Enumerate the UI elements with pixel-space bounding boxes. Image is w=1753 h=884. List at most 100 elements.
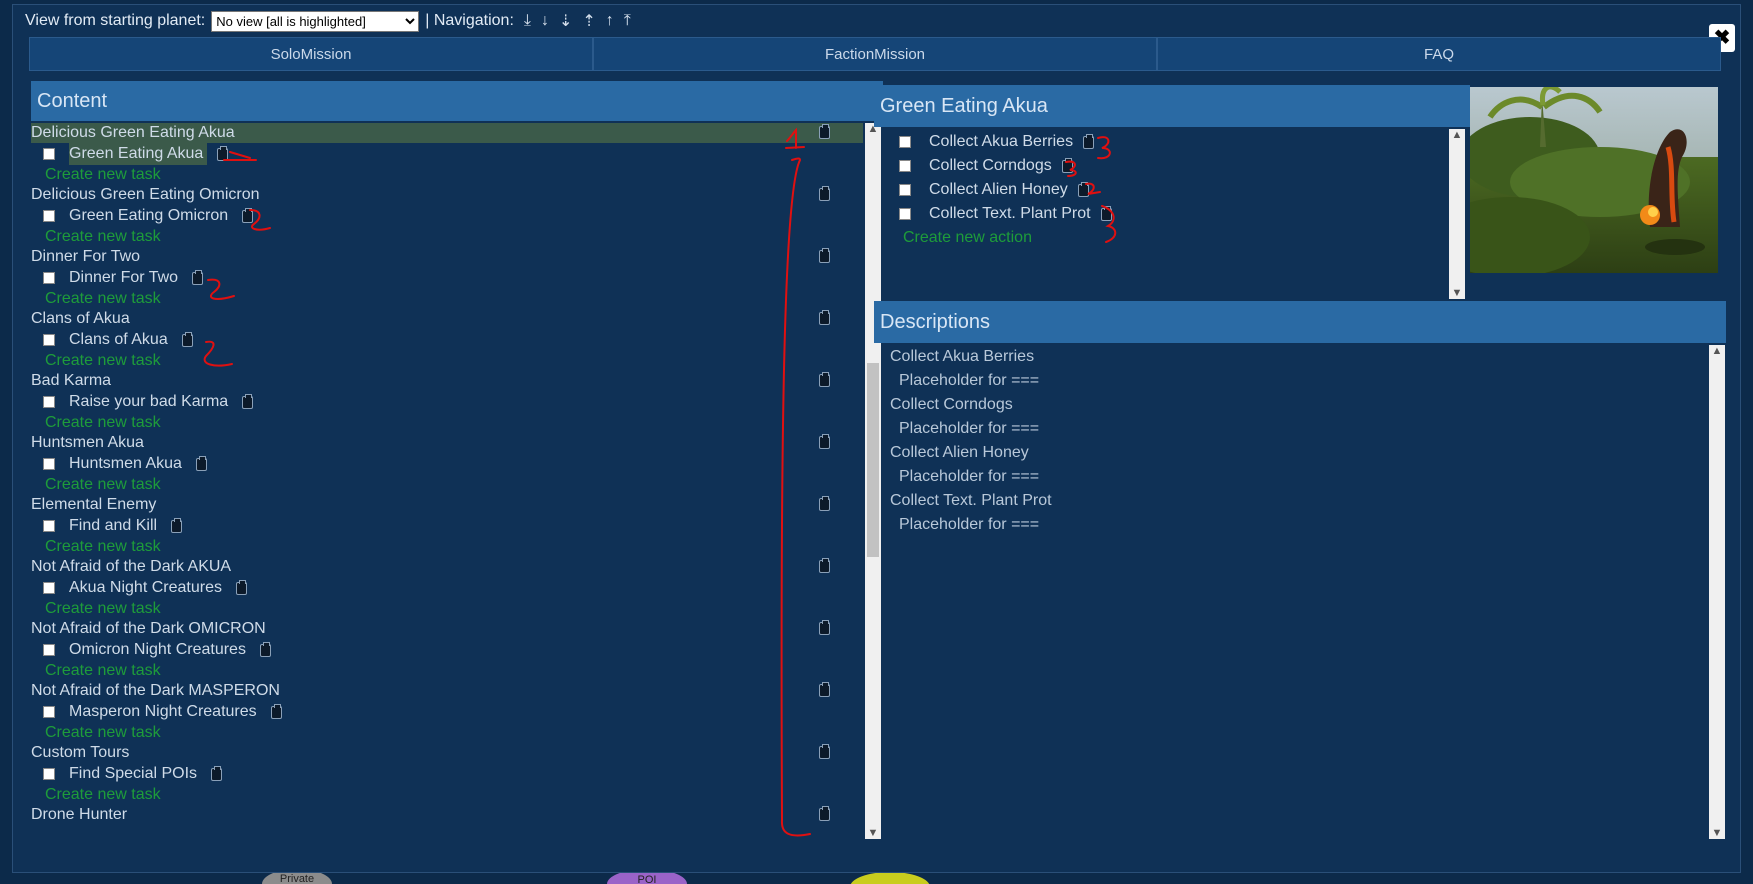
task-row[interactable]: Green Eating Omicron: [31, 205, 863, 227]
action-row[interactable]: Collect Text. Plant Prot: [889, 202, 1439, 226]
task-checkbox[interactable]: [43, 644, 55, 656]
clipboard-icon[interactable]: [819, 682, 830, 697]
task-row[interactable]: Akua Night Creatures: [31, 577, 863, 599]
task-row[interactable]: Huntsmen Akua: [31, 453, 863, 475]
nav-page-down-icon[interactable]: ⇣: [559, 11, 572, 31]
clipboard-icon[interactable]: [819, 620, 830, 635]
clipboard-icon[interactable]: [242, 207, 254, 223]
task-row[interactable]: Dinner For Two: [31, 267, 863, 289]
descriptions-scrollbar[interactable]: ▲ ▼: [1709, 345, 1725, 839]
scroll-down-arrow-icon[interactable]: ▼: [1709, 827, 1725, 839]
action-checkbox[interactable]: [899, 208, 911, 220]
mission-row[interactable]: Clans of Akua: [31, 309, 863, 329]
clipboard-icon[interactable]: [819, 372, 830, 387]
task-row[interactable]: Masperon Night Creatures: [31, 701, 863, 723]
task-row[interactable]: Find Special POIs: [31, 763, 863, 785]
nav-first-icon[interactable]: ⤒: [624, 12, 631, 30]
create-task-link[interactable]: Create new task: [31, 723, 863, 743]
task-row[interactable]: Raise your bad Karma: [31, 391, 863, 413]
clipboard-icon[interactable]: [259, 641, 271, 657]
task-row[interactable]: Find and Kill: [31, 515, 863, 537]
nav-down-icon[interactable]: ↓: [541, 12, 549, 30]
clipboard-icon[interactable]: [819, 744, 830, 759]
mission-row[interactable]: Bad Karma: [31, 371, 863, 391]
clipboard-icon[interactable]: [819, 310, 830, 325]
scroll-down-arrow-icon[interactable]: ▼: [1449, 287, 1465, 299]
task-checkbox[interactable]: [43, 458, 55, 470]
clipboard-icon[interactable]: [171, 517, 183, 533]
mission-row[interactable]: Not Afraid of the Dark OMICRON: [31, 619, 863, 639]
content-scrollbar[interactable]: ▲ ▼: [865, 123, 881, 839]
mission-row[interactable]: Drone Hunter: [31, 805, 863, 825]
clipboard-icon[interactable]: [819, 124, 830, 139]
task-checkbox[interactable]: [43, 334, 55, 346]
action-checkbox[interactable]: [899, 184, 911, 196]
clipboard-icon[interactable]: [1061, 157, 1073, 173]
task-row[interactable]: Clans of Akua: [31, 329, 863, 351]
mission-row[interactable]: Delicious Green Eating Omicron: [31, 185, 863, 205]
scroll-thumb[interactable]: [867, 363, 879, 557]
create-task-link[interactable]: Create new task: [31, 351, 863, 371]
nav-last-icon[interactable]: ⤓: [524, 12, 531, 30]
scroll-up-arrow-icon[interactable]: ▲: [1449, 129, 1465, 141]
nav-page-up-icon[interactable]: ⇡: [582, 11, 595, 31]
clipboard-icon[interactable]: [819, 248, 830, 263]
clipboard-icon[interactable]: [819, 806, 830, 821]
clipboard-icon[interactable]: [192, 269, 204, 285]
action-row[interactable]: Collect Akua Berries: [889, 130, 1439, 154]
clipboard-icon[interactable]: [819, 558, 830, 573]
task-checkbox[interactable]: [43, 272, 55, 284]
mission-row[interactable]: Custom Tours: [31, 743, 863, 763]
create-task-link[interactable]: Create new task: [31, 413, 863, 433]
view-select[interactable]: No view [all is highlighted]: [211, 10, 420, 32]
clipboard-icon[interactable]: [819, 186, 830, 201]
task-checkbox[interactable]: [43, 706, 55, 718]
clipboard-icon[interactable]: [1083, 133, 1095, 149]
create-task-link[interactable]: Create new task: [31, 475, 863, 495]
clipboard-icon[interactable]: [242, 393, 254, 409]
clipboard-icon[interactable]: [181, 331, 193, 347]
mission-row[interactable]: Not Afraid of the Dark MASPERON: [31, 681, 863, 701]
task-row[interactable]: Omicron Night Creatures: [31, 639, 863, 661]
clipboard-icon[interactable]: [819, 434, 830, 449]
tab-solomission[interactable]: SoloMission: [29, 37, 593, 71]
clipboard-icon[interactable]: [235, 579, 247, 595]
nav-up-icon[interactable]: ↑: [606, 12, 614, 30]
mission-row[interactable]: Dinner For Two: [31, 247, 863, 267]
clipboard-icon[interactable]: [1077, 181, 1089, 197]
mission-row[interactable]: Elemental Enemy: [31, 495, 863, 515]
clipboard-icon[interactable]: [1100, 205, 1112, 221]
action-checkbox[interactable]: [899, 136, 911, 148]
clipboard-icon[interactable]: [819, 496, 830, 511]
task-checkbox[interactable]: [43, 582, 55, 594]
mission-row[interactable]: Not Afraid of the Dark AKUA: [31, 557, 863, 577]
tab-factionmission[interactable]: FactionMission: [593, 37, 1157, 71]
task-checkbox[interactable]: [43, 210, 55, 222]
action-row[interactable]: Collect Corndogs: [889, 154, 1439, 178]
create-action-link[interactable]: Create new action: [889, 226, 1439, 250]
clipboard-icon[interactable]: [217, 145, 229, 161]
task-checkbox[interactable]: [43, 768, 55, 780]
task-checkbox[interactable]: [43, 148, 55, 160]
create-task-link[interactable]: Create new task: [31, 289, 863, 309]
clipboard-icon[interactable]: [195, 455, 207, 471]
clipboard-icon[interactable]: [211, 765, 223, 781]
action-checkbox[interactable]: [899, 160, 911, 172]
task-checkbox[interactable]: [43, 520, 55, 532]
mission-row[interactable]: Delicious Green Eating Akua: [31, 123, 863, 143]
create-task-link[interactable]: Create new task: [31, 227, 863, 247]
create-task-link[interactable]: Create new task: [31, 165, 863, 185]
clipboard-icon[interactable]: [270, 703, 282, 719]
task-row[interactable]: Green Eating Akua: [31, 143, 863, 165]
create-task-link[interactable]: Create new task: [31, 661, 863, 681]
mission-row[interactable]: Huntsmen Akua: [31, 433, 863, 453]
action-row[interactable]: Collect Alien Honey: [889, 178, 1439, 202]
task-checkbox[interactable]: [43, 396, 55, 408]
scroll-down-arrow-icon[interactable]: ▼: [865, 827, 881, 839]
create-task-link[interactable]: Create new task: [31, 785, 863, 805]
create-task-link[interactable]: Create new task: [31, 537, 863, 557]
scroll-up-arrow-icon[interactable]: ▲: [1709, 345, 1725, 357]
tab-faq[interactable]: FAQ: [1157, 37, 1721, 71]
create-task-link[interactable]: Create new task: [31, 599, 863, 619]
action-scrollbar[interactable]: ▲ ▼: [1449, 129, 1465, 299]
